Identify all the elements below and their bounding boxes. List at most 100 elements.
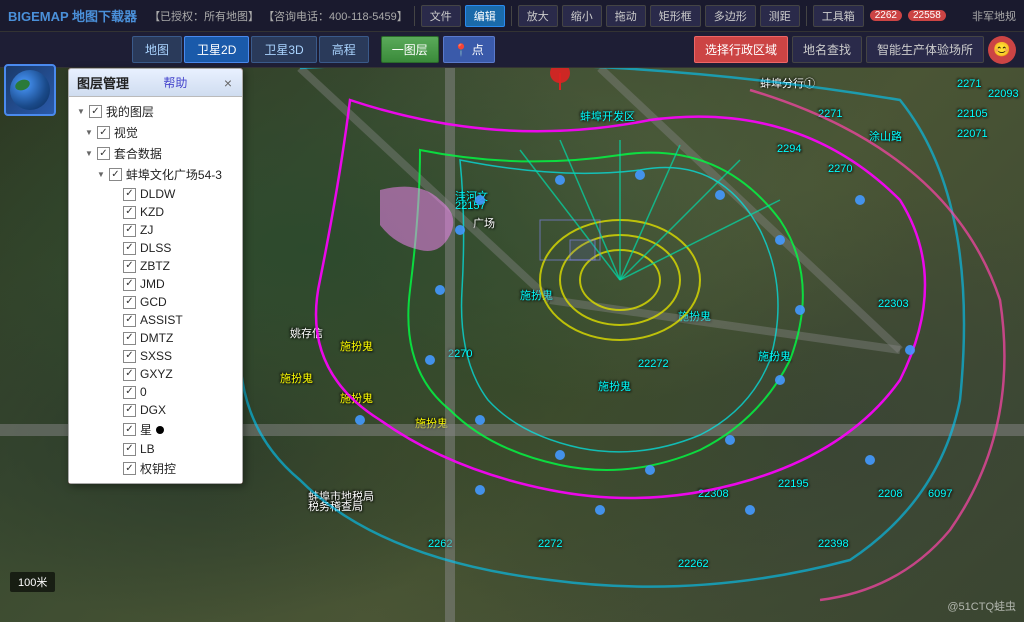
map-label: 2208 xyxy=(878,488,902,500)
checkbox-gcd[interactable] xyxy=(123,296,136,309)
multi-button[interactable]: 多边形 xyxy=(705,5,756,27)
separator3 xyxy=(806,6,807,26)
checkbox-dlss[interactable] xyxy=(123,242,136,255)
point-button[interactable]: 📍 点 xyxy=(443,36,495,63)
layer-label-gxyz: GXYZ xyxy=(140,367,173,381)
layer-label-zj: ZJ xyxy=(140,223,153,237)
panel-close-button[interactable]: × xyxy=(222,75,234,91)
zoom-out-button[interactable]: 缩小 xyxy=(562,5,602,27)
map-label: 蚌埠市地税局 xyxy=(308,488,374,504)
layer-item-lb[interactable]: LB xyxy=(69,440,242,458)
layer-item-visual[interactable]: ▼视觉 xyxy=(69,122,242,143)
layer-item-dlss[interactable]: DLSS xyxy=(69,239,242,257)
rect-button[interactable]: 矩形框 xyxy=(650,5,701,27)
map-label: 22105 xyxy=(957,108,988,120)
layer-item-zbtz[interactable]: ZBTZ xyxy=(69,257,242,275)
checkbox-star[interactable] xyxy=(123,423,136,436)
license-info: 【已授权：所有地图】 xyxy=(149,8,259,24)
layer-button[interactable]: 一图层 xyxy=(381,36,439,63)
layer-label-composite: 套合数据 xyxy=(114,145,162,162)
checkbox-assist[interactable] xyxy=(123,314,136,327)
layer-item-zero[interactable]: 0 xyxy=(69,383,242,401)
map-label: 蚌埠开发区 xyxy=(580,108,635,124)
panel-header: 图层管理 帮助 × xyxy=(69,69,242,97)
checkbox-sxss[interactable] xyxy=(123,350,136,363)
layer-label-benfeng-square: 蚌埠文化广场54-3 xyxy=(126,166,222,183)
layer-item-benfeng-square[interactable]: ▼ 蚌埠文化广场54-3 xyxy=(69,164,242,185)
map-label: 涂山路 xyxy=(869,128,902,144)
earth-icon xyxy=(10,70,50,110)
satellite3d-button[interactable]: 卫星3D xyxy=(251,36,316,63)
map-label: 2270 xyxy=(828,163,852,175)
checkbox-gxyz[interactable] xyxy=(123,368,136,381)
satellite2d-button[interactable]: 卫星2D xyxy=(184,36,249,63)
edit-button[interactable]: 编辑 xyxy=(465,5,505,27)
map-label: 22398 xyxy=(818,538,849,550)
checkbox-visual[interactable] xyxy=(97,126,110,139)
nonmilitary-label: 非军地规 xyxy=(972,8,1016,24)
checkbox-dldw[interactable] xyxy=(123,188,136,201)
map-label: 22071 xyxy=(957,128,988,140)
layer-item-star[interactable]: 星 xyxy=(69,419,242,440)
layer-item-assist[interactable]: ASSIST xyxy=(69,311,242,329)
map-label: 蚌埠分行① xyxy=(760,75,815,91)
separator1 xyxy=(414,6,415,26)
layer-item-gxyz[interactable]: GXYZ xyxy=(69,365,242,383)
checkbox-composite[interactable] xyxy=(97,147,110,160)
user-avatar[interactable]: 😊 xyxy=(988,36,1016,64)
checkbox-dmtz[interactable] xyxy=(123,332,136,345)
checkbox-zj[interactable] xyxy=(123,224,136,237)
map-label: 施扮鬼 xyxy=(678,308,711,324)
secondary-toolbar: 地图 卫星2D 卫星3D 高程 一图层 📍 点 选择行政区域 地名查找 智能生产… xyxy=(0,32,1024,68)
checkbox-kzd[interactable] xyxy=(123,206,136,219)
map-label: 22262 xyxy=(678,558,709,570)
map-button[interactable]: 地图 xyxy=(132,36,182,63)
checkbox-benfeng-square[interactable] xyxy=(109,168,122,181)
layer-item-dmtz[interactable]: DMTZ xyxy=(69,329,242,347)
measure-button[interactable]: 测距 xyxy=(760,5,800,27)
checkbox-lb[interactable] xyxy=(123,443,136,456)
map-label: 2271 xyxy=(818,108,842,120)
checkbox-dgx[interactable] xyxy=(123,404,136,417)
layer-label-lb: LB xyxy=(140,442,155,456)
layer-item-sxss[interactable]: SXSS xyxy=(69,347,242,365)
layer-item-composite[interactable]: ▼套合数据 xyxy=(69,143,242,164)
help-button[interactable]: 帮助 xyxy=(163,74,187,91)
map-label: 洼河文 xyxy=(455,188,488,204)
find-place-button[interactable]: 地名查找 xyxy=(792,36,862,63)
map-label: 22195 xyxy=(778,478,809,490)
checkbox-zhiwubei[interactable] xyxy=(123,462,136,475)
layer-item-gcd[interactable]: GCD xyxy=(69,293,242,311)
checkbox-zero[interactable] xyxy=(123,386,136,399)
elevation-button[interactable]: 高程 xyxy=(319,36,369,63)
layer-label-sxss: SXSS xyxy=(140,349,172,363)
layer-item-kzd[interactable]: KZD xyxy=(69,203,242,221)
chevron-icon: ▼ xyxy=(97,170,105,179)
layer-item-my-layers[interactable]: ▼我的图层 xyxy=(69,101,242,122)
layer-item-zj[interactable]: ZJ xyxy=(69,221,242,239)
layer-item-dgx[interactable]: DGX xyxy=(69,401,242,419)
layer-item-dldw[interactable]: DLDW xyxy=(69,185,242,203)
checkbox-zbtz[interactable] xyxy=(123,260,136,273)
checkbox-jmd[interactable] xyxy=(123,278,136,291)
zoom-in-button[interactable]: 放大 xyxy=(518,5,558,27)
layer-label-assist: ASSIST xyxy=(140,313,183,327)
separator2 xyxy=(511,6,512,26)
drag-button[interactable]: 拖动 xyxy=(606,5,646,27)
layer-label-my-layers: 我的图层 xyxy=(106,103,154,120)
layer-item-zhiwubei[interactable]: 权钥控 xyxy=(69,458,242,479)
layer-label-zbtz: ZBTZ xyxy=(140,259,170,273)
map-label: 广场 xyxy=(473,215,495,231)
layer-item-jmd[interactable]: JMD xyxy=(69,275,242,293)
layer-label-jmd: JMD xyxy=(140,277,165,291)
checkbox-my-layers[interactable] xyxy=(89,105,102,118)
map-label: 22157 xyxy=(455,200,486,212)
map-label: 税务稽查局 xyxy=(308,498,363,514)
smart-button[interactable]: 智能生产体验场所 xyxy=(866,36,984,63)
tools-button[interactable]: 工具箱 xyxy=(813,5,864,27)
map-type-group: 地图 卫星2D 卫星3D 高程 xyxy=(132,36,369,63)
badge2: 22558 xyxy=(908,10,946,21)
select-region-button[interactable]: 选择行政区域 xyxy=(694,36,788,63)
file-button[interactable]: 文件 xyxy=(421,5,461,27)
layer-label-zero: 0 xyxy=(140,385,147,399)
